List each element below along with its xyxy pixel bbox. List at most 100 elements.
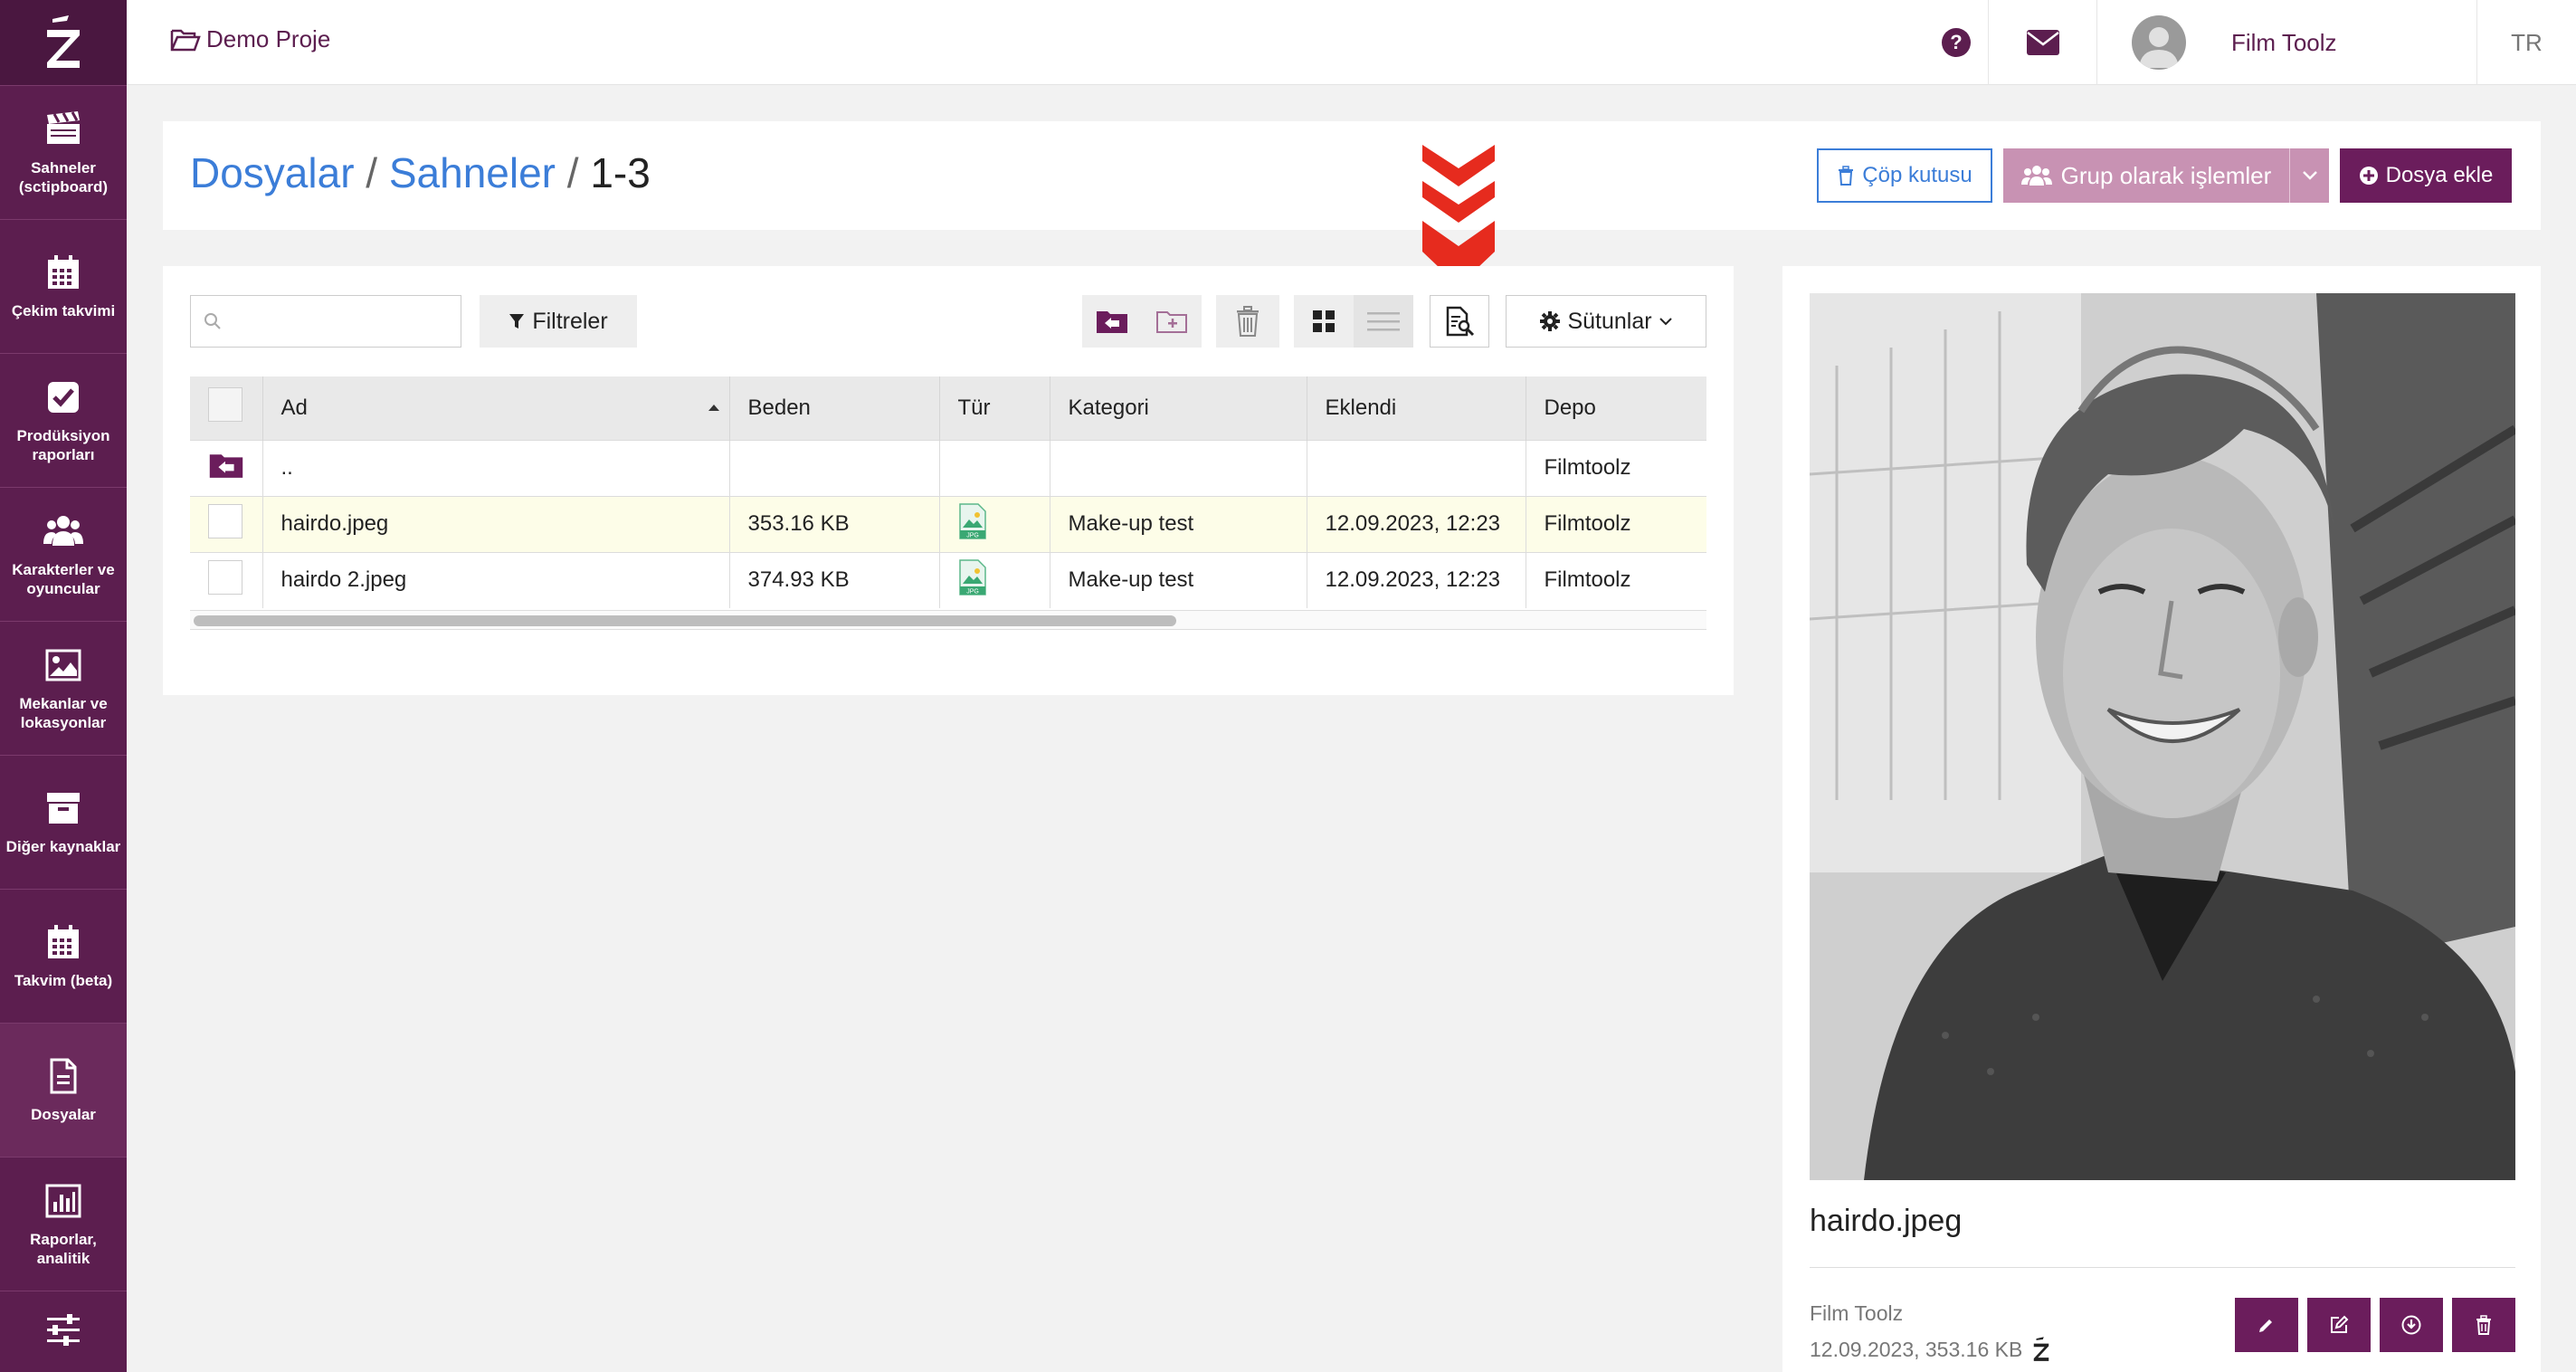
- delete-button[interactable]: [1216, 295, 1279, 348]
- search-input[interactable]: [231, 307, 448, 336]
- column-header-depot[interactable]: Depo: [1526, 376, 1706, 440]
- trash-icon: [1237, 306, 1259, 337]
- add-file-label: Dosya ekle: [2385, 163, 2494, 187]
- group-actions-button[interactable]: Grup olarak işlemler: [2003, 148, 2289, 203]
- sidebar-item-locations[interactable]: Mekanlar ve lokasyonlar: [0, 621, 127, 755]
- table-row[interactable]: hairdo.jpeg 353.16 KB JPG Make-up test 1…: [190, 495, 1706, 552]
- sidebar-item-shooting-schedule[interactable]: Çekim takvimi: [0, 219, 127, 353]
- sidebar-item-reports-analytics[interactable]: Raporlar, analitik: [0, 1157, 127, 1291]
- sidebar-item-calendar-beta[interactable]: Takvim (beta): [0, 889, 127, 1023]
- filters-button[interactable]: Filtreler: [480, 295, 637, 348]
- language-selector[interactable]: TR: [2476, 0, 2576, 85]
- grid-view-button[interactable]: [1294, 295, 1354, 348]
- column-header-added[interactable]: Eklendi: [1307, 376, 1526, 440]
- column-header-type[interactable]: Tür: [939, 376, 1050, 440]
- gear-icon: [1540, 311, 1561, 331]
- files-panel: Filtreler Sütunlar Ad Beden Tür Kategori…: [163, 266, 1734, 695]
- user-menu[interactable]: Film Toolz: [2096, 0, 2476, 85]
- users-icon: [43, 511, 83, 551]
- preview-meta: 12.09.2023, 353.16 KB: [1810, 1336, 2051, 1363]
- sidebar-item-scenes[interactable]: Sahneler (sctipboard): [0, 85, 127, 219]
- breadcrumb-scenes[interactable]: Sahneler: [389, 149, 556, 196]
- breadcrumb-current: 1-3: [590, 149, 651, 196]
- file-name-cell[interactable]: hairdo 2.jpeg: [262, 551, 730, 608]
- sidebar: Sahneler (sctipboard) Çekim takvimi Prod…: [0, 0, 127, 1372]
- parent-folder-row[interactable]: .. Filmtoolz: [190, 439, 1706, 496]
- envelope-icon: [2026, 30, 2059, 55]
- column-header-category[interactable]: Kategori: [1050, 376, 1307, 440]
- sidebar-item-label: Sahneler (sctipboard): [18, 158, 109, 195]
- new-folder-button[interactable]: [1142, 295, 1202, 348]
- edit-square-icon: [2331, 1315, 2349, 1333]
- archive-icon: [43, 788, 83, 828]
- messages-button[interactable]: [1988, 0, 2096, 85]
- divider: [1810, 1267, 2515, 1268]
- list-view-button[interactable]: [1354, 295, 1413, 348]
- sidebar-item-other-resources[interactable]: Diğer kaynaklar: [0, 755, 127, 889]
- preview-panel: hairdo.jpeg Film Toolz 12.09.2023, 353.1…: [1782, 266, 2541, 1372]
- edit-details-button[interactable]: [2307, 1298, 2371, 1352]
- page-header: Dosyalar / Sahneler / 1-3 Çöp kutusu Gru…: [163, 121, 2541, 230]
- scrollbar-thumb[interactable]: [194, 615, 1176, 626]
- chevron-down-icon: [1659, 318, 1672, 326]
- group-actions-label: Grup olarak işlemler: [2060, 161, 2272, 189]
- row-checkbox[interactable]: [208, 559, 242, 595]
- sidebar-item-settings[interactable]: [0, 1291, 127, 1372]
- folder-back-icon: [1097, 311, 1127, 333]
- checkbox-icon: [43, 377, 83, 417]
- sidebar-item-label: Karakterler ve oyuncular: [12, 560, 115, 597]
- row-checkbox[interactable]: [208, 503, 242, 538]
- file-name-cell[interactable]: hairdo.jpeg: [262, 495, 730, 552]
- column-header-size[interactable]: Beden: [729, 376, 940, 440]
- edit-button[interactable]: [2235, 1298, 2298, 1352]
- parent-folder-icon-cell: [190, 439, 263, 496]
- project-selector[interactable]: Demo Proje: [170, 25, 330, 53]
- add-file-button[interactable]: Dosya ekle: [2340, 148, 2512, 203]
- help-button[interactable]: ?: [1925, 0, 1988, 85]
- sidebar-item-production-reports[interactable]: Prodüksiyon raporları: [0, 353, 127, 487]
- table-row[interactable]: hairdo 2.jpeg 374.93 KB JPG Make-up test…: [190, 551, 1706, 608]
- sidebar-item-label: Dosyalar: [31, 1106, 96, 1123]
- trash-button[interactable]: Çöp kutusu: [1817, 148, 1992, 203]
- depot-cell: Filmtoolz: [1526, 439, 1706, 496]
- columns-button[interactable]: Sütunlar: [1506, 295, 1706, 348]
- empty-cell: [729, 439, 940, 496]
- clapperboard-icon: [43, 110, 83, 149]
- plus-circle-icon: [2359, 167, 2378, 185]
- image-icon: [43, 645, 83, 685]
- preview-toggle-button[interactable]: [1430, 295, 1489, 348]
- sidebar-item-characters[interactable]: Karakterler ve oyuncular: [0, 487, 127, 621]
- file-size-cell: 374.93 KB: [729, 551, 940, 608]
- app-logo[interactable]: [0, 0, 127, 85]
- svg-text:JPG: JPG: [966, 588, 979, 595]
- jpg-file-icon: JPG: [958, 559, 986, 595]
- horizontal-scrollbar[interactable]: [190, 610, 1706, 630]
- select-all-checkbox[interactable]: [208, 387, 242, 423]
- preview-actions: [2226, 1298, 2515, 1352]
- breadcrumb-separator: /: [566, 149, 591, 196]
- column-header-name[interactable]: Ad: [262, 376, 730, 440]
- download-button[interactable]: [2380, 1298, 2443, 1352]
- top-bar: Demo Proje ? Film Toolz TR: [127, 0, 2576, 85]
- breadcrumb-files[interactable]: Dosyalar: [190, 149, 355, 196]
- search-icon: [204, 313, 221, 329]
- filter-icon: [509, 314, 525, 329]
- parent-folder-button[interactable]: [1082, 295, 1142, 348]
- preview-image[interactable]: [1810, 293, 2515, 1180]
- empty-cell: [1050, 439, 1307, 496]
- sidebar-item-label: Raporlar, analitik: [30, 1230, 97, 1267]
- chevron-down-icon: [2302, 171, 2317, 180]
- file-search-icon: [1446, 306, 1475, 337]
- delete-file-button[interactable]: [2452, 1298, 2515, 1352]
- sort-asc-icon: [708, 404, 719, 411]
- breadcrumb-separator: /: [366, 149, 389, 196]
- user-name: Film Toolz: [2231, 28, 2337, 56]
- calendar-icon: [43, 252, 83, 292]
- question-icon: ?: [1942, 28, 1971, 57]
- files-table: Ad Beden Tür Kategori Eklendi Depo .. Fi…: [190, 376, 1706, 608]
- folder-plus-icon: [1156, 311, 1187, 333]
- users-icon: [2020, 166, 2052, 186]
- group-actions-dropdown[interactable]: [2289, 148, 2329, 203]
- sidebar-item-files[interactable]: Dosyalar: [0, 1023, 127, 1157]
- download-icon: [2401, 1315, 2421, 1335]
